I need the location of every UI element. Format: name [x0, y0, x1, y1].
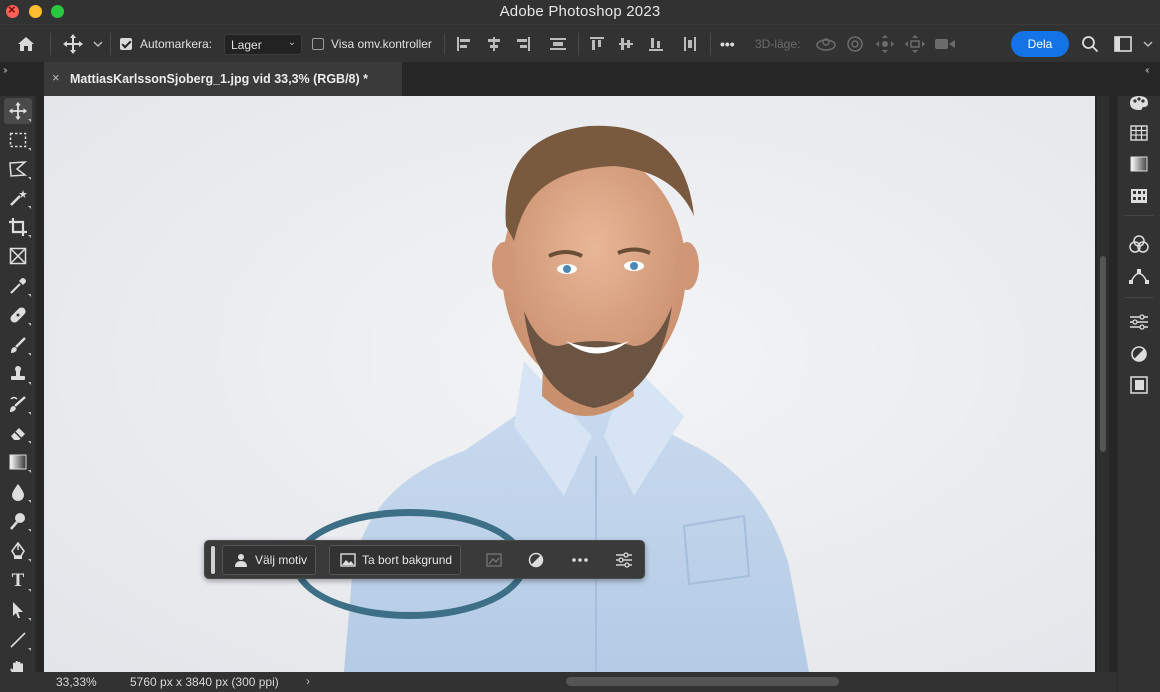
more-icon[interactable]	[569, 549, 591, 571]
auto-select-label: Automarkera:	[140, 37, 213, 51]
collapse-toolbar-icon[interactable]: ››	[3, 65, 7, 76]
remove-background-label: Ta bort bakgrund	[362, 553, 453, 567]
align-bottom-icon[interactable]	[648, 25, 664, 63]
document-canvas[interactable]	[44, 96, 1095, 672]
eraser-tool-icon[interactable]	[4, 420, 32, 446]
3d-rotate-icon	[815, 25, 837, 63]
contextual-task-bar: Välj motiv Ta bort bakgrund	[204, 540, 645, 579]
share-button[interactable]: Dela	[1011, 31, 1069, 57]
align-center-icon[interactable]	[486, 25, 502, 63]
chevron-down-icon[interactable]	[93, 25, 103, 63]
patterns-icon[interactable]	[1127, 184, 1151, 208]
portrait-photo	[344, 125, 809, 672]
person-icon	[235, 554, 247, 567]
eyedropper-tool-icon[interactable]	[4, 273, 32, 299]
frame-tool-icon[interactable]	[4, 243, 32, 269]
3d-slide-icon	[904, 25, 926, 63]
image-icon	[340, 553, 356, 567]
layer-select-dropdown[interactable]: Lager ⌄	[224, 34, 302, 55]
select-subject-button[interactable]: Välj motiv	[222, 545, 317, 575]
align-top-icon[interactable]	[589, 25, 605, 63]
magic-wand-tool-icon[interactable]	[4, 185, 32, 211]
right-panel-dock	[1117, 96, 1160, 692]
3d-drag-icon	[875, 25, 895, 63]
paths-icon[interactable]	[1127, 264, 1151, 288]
checkbox-unchecked-icon	[312, 38, 324, 50]
divider	[1124, 297, 1154, 298]
3d-camera-icon	[934, 25, 956, 63]
marquee-tool-icon[interactable]	[4, 127, 32, 153]
remove-background-button[interactable]: Ta bort bakgrund	[329, 545, 462, 575]
vertical-scroll-thumb[interactable]	[1100, 256, 1106, 452]
home-icon[interactable]	[16, 25, 36, 63]
divider	[578, 33, 579, 55]
status-menu-arrow[interactable]: ›	[306, 674, 310, 688]
document-tab-title: MattiasKarlssonSjoberg_1.jpg vid 33,3% (…	[70, 72, 368, 86]
more-options-button[interactable]: •••	[720, 36, 735, 52]
show-transform-checkbox[interactable]	[312, 25, 324, 63]
3d-mode-label: 3D-läge:	[755, 37, 801, 51]
options-bar: Automarkera: Lager ⌄ Visa omv.kontroller…	[0, 24, 1160, 62]
task-bar-grip[interactable]	[211, 546, 215, 574]
collapse-panels-icon[interactable]: ‹‹	[1145, 65, 1149, 76]
type-tool-glyph: T	[11, 570, 25, 591]
path-selection-tool-icon[interactable]	[4, 597, 32, 623]
chevron-down-icon[interactable]	[1143, 25, 1153, 63]
distribute-vertical-icon[interactable]	[682, 25, 698, 63]
type-tool-icon[interactable]: T	[4, 568, 32, 594]
status-bar: 33,33% 5760 px x 3840 px (300 ppi) ›	[0, 672, 1117, 692]
divider	[110, 33, 111, 55]
divider	[50, 33, 51, 55]
distribute-icon[interactable]	[549, 25, 567, 63]
libraries-icon[interactable]	[1127, 373, 1151, 397]
checkbox-checked-icon	[120, 38, 132, 50]
document-tab-row: ›› × MattiasKarlssonSjoberg_1.jpg vid 33…	[0, 62, 1160, 96]
close-tab-icon[interactable]: ×	[52, 70, 60, 85]
lasso-tool-icon[interactable]	[4, 156, 32, 182]
chevron-down-icon: ⌄	[287, 37, 296, 48]
document-info: 5760 px x 3840 px (300 ppi)	[130, 675, 279, 689]
dodge-tool-icon[interactable]	[4, 508, 32, 534]
adjustments-icon[interactable]	[1127, 310, 1151, 334]
line-tool-icon[interactable]	[4, 627, 32, 653]
app-title: Adobe Photoshop 2023	[499, 3, 661, 20]
layer-select-value: Lager	[231, 38, 262, 52]
select-subject-label: Välj motiv	[255, 553, 308, 567]
gradients-icon[interactable]	[1127, 152, 1151, 176]
auto-select-checkbox[interactable]	[120, 25, 132, 63]
gradient-tool-icon[interactable]	[4, 449, 32, 475]
history-brush-tool-icon[interactable]	[4, 391, 32, 417]
move-tool-icon[interactable]	[4, 98, 32, 124]
crop-tool-icon[interactable]	[4, 214, 32, 240]
healing-brush-tool-icon[interactable]	[4, 302, 32, 328]
divider	[1124, 215, 1154, 216]
move-tool-icon[interactable]	[62, 25, 84, 63]
clone-stamp-tool-icon[interactable]	[4, 361, 32, 387]
workspace-icon[interactable]	[1114, 25, 1132, 63]
adjustment-circle-icon[interactable]	[1127, 342, 1151, 366]
title-bar: Adobe Photoshop 2023	[0, 0, 1160, 24]
transform-icon	[483, 549, 505, 571]
divider	[710, 33, 711, 55]
blur-tool-icon[interactable]	[4, 479, 32, 505]
brush-tool-icon[interactable]	[4, 332, 32, 358]
swatches-grid-icon[interactable]	[1127, 121, 1151, 145]
horizontal-scroll-thumb[interactable]	[566, 677, 839, 686]
channels-icon[interactable]	[1127, 232, 1151, 256]
pen-tool-icon[interactable]	[4, 538, 32, 564]
show-transform-label: Visa omv.kontroller	[331, 37, 432, 51]
document-tab[interactable]: × MattiasKarlssonSjoberg_1.jpg vid 33,3%…	[44, 62, 402, 96]
divider	[444, 33, 445, 55]
3d-roll-icon	[846, 25, 864, 63]
zoom-level[interactable]: 33,33%	[56, 675, 97, 689]
search-icon[interactable]	[1081, 25, 1099, 63]
adjustment-circle-icon[interactable]	[525, 549, 547, 571]
tools-panel: T	[0, 96, 36, 680]
settings-sliders-icon[interactable]	[613, 549, 635, 571]
color-palette-icon[interactable]	[1127, 91, 1151, 115]
align-left-icon[interactable]	[456, 25, 472, 63]
vertical-scrollbar[interactable]	[1097, 96, 1109, 672]
align-right-icon[interactable]	[515, 25, 531, 63]
align-middle-icon[interactable]	[618, 25, 634, 63]
